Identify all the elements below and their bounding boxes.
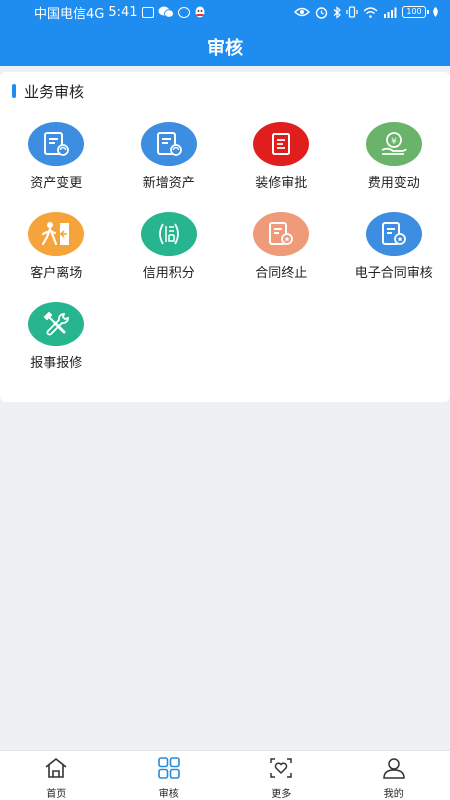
renovation-icon [253,122,310,166]
tile-label: 合同终止 [255,266,308,281]
tile-label: 报事报修 [30,356,83,371]
tab-audit[interactable]: 审核 [113,751,226,800]
header: 中国电信4G 5:41 100 审核 [0,0,450,66]
tab-label: 我的 [383,789,404,800]
battery-icon: 100 [402,6,429,18]
carrier-label: 中国电信4G [34,6,105,22]
tile-label: 客户离场 [30,266,83,281]
leaf-icon [431,6,440,18]
tab-label: 首页 [46,789,67,800]
audit-card: 业务审核 资产变更 新增资产 装修审批 ¥ 费用变动 客户离场 信用积分 合同终… [0,72,450,402]
clock: 5:41 [108,4,138,20]
alarm-icon [315,6,328,19]
vibrate-icon [346,6,358,18]
heart-scan-icon [268,757,294,783]
tab-mine[interactable]: 我的 [338,751,450,800]
grid-icon [157,757,181,783]
tab-label: 审核 [158,789,179,800]
tile-label: 电子合同审核 [354,266,433,281]
tab-home[interactable]: 首页 [0,751,113,800]
tile-add-asset[interactable]: 新增资产 [113,122,226,212]
tile-contract-termination[interactable]: 合同终止 [225,212,338,302]
section-title-text: 业务审核 [24,82,85,101]
home-icon [43,757,69,783]
tile-asset-change[interactable]: 资产变更 [0,122,113,212]
qq-icon [194,6,206,19]
eye-icon [294,7,310,17]
bluetooth-icon [333,5,341,19]
tile-label: 装修审批 [255,176,308,191]
tile-label: 新增资产 [142,176,195,191]
customer-exit-icon [28,212,85,256]
section-accent-bar [12,84,16,98]
page-title: 审核 [207,38,243,59]
tile-credit-score[interactable]: 信用积分 [113,212,226,302]
svg-text:¥: ¥ [391,137,397,147]
tile-label: 费用变动 [367,176,420,191]
asset-change-icon [28,122,85,166]
tile-label: 资产变更 [30,176,83,191]
tile-e-contract-review[interactable]: 电子合同审核 [338,212,450,302]
function-grid: 资产变更 新增资产 装修审批 ¥ 费用变动 客户离场 信用积分 合同终止 电子合… [0,122,450,392]
tile-customer-exit[interactable]: 客户离场 [0,212,113,302]
tile-renovation-approval[interactable]: 装修审批 [225,122,338,212]
tab-label: 更多 [271,789,292,800]
user-icon [381,757,407,783]
signal-icon [383,7,397,18]
e-contract-icon [365,212,422,256]
fee-change-icon: ¥ [365,122,422,166]
browser-icon [177,6,190,18]
credit-icon [140,212,197,256]
wechat-icon [158,6,174,18]
wifi-icon [363,6,378,18]
section-title: 业务审核 [12,82,85,101]
tile-fee-change[interactable]: ¥ 费用变动 [338,122,450,212]
tab-more[interactable]: 更多 [225,751,338,800]
tile-label: 信用积分 [142,266,195,281]
repair-icon [28,302,85,346]
notification-icon [141,6,154,18]
status-bar: 中国电信4G 5:41 100 [0,0,450,24]
add-asset-icon [140,122,197,166]
bottom-tab-bar: 首页 审核 更多 我的 [0,750,450,800]
tile-repair-report[interactable]: 报事报修 [0,302,113,392]
contract-end-icon [253,212,310,256]
